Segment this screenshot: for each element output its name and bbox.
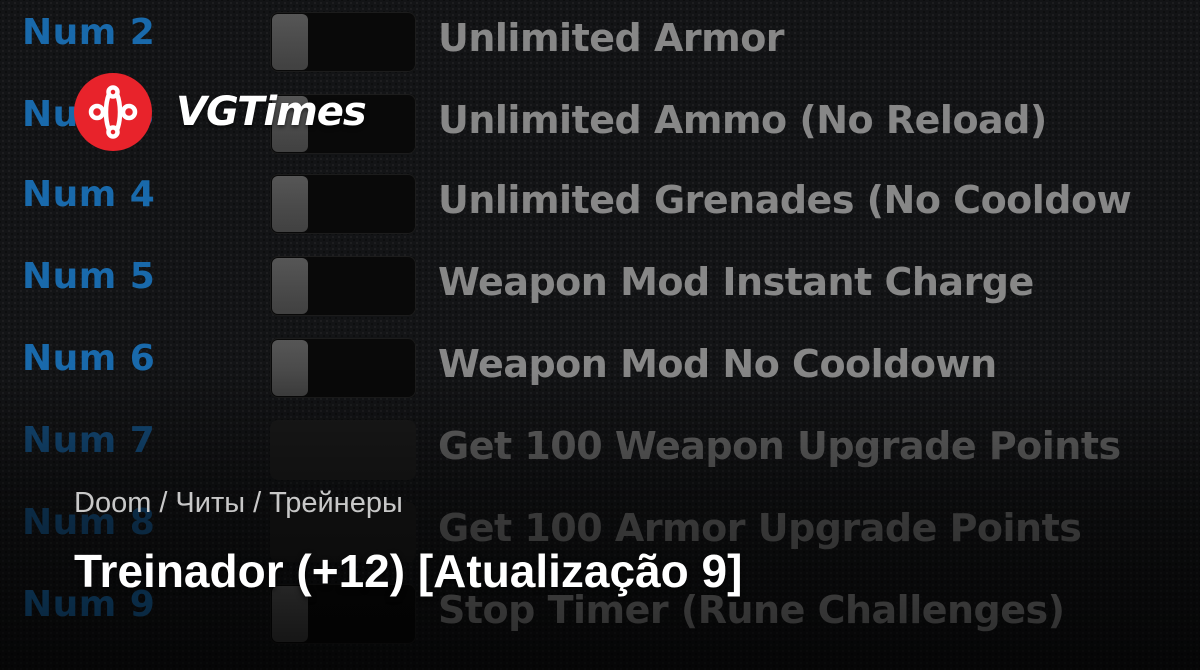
cheat-toggle[interactable] (270, 256, 416, 316)
hotkey-label: Num 6 (22, 338, 156, 379)
cheat-label: Unlimited Ammo (No Reload) (438, 98, 1047, 142)
cheat-label: Get 100 Weapon Upgrade Points (438, 424, 1121, 468)
cheat-toggle[interactable] (270, 12, 416, 72)
breadcrumb: Doom / Читы / Трейнеры (74, 486, 403, 520)
toggle-knob (272, 176, 308, 232)
cheat-row-weapon-mod-no-cooldown: Num 6 Weapon Mod No Cooldown (0, 328, 1200, 398)
vgtimes-logo-icon (74, 73, 152, 151)
hotkey-label: Num 7 (22, 420, 156, 461)
hotkey-label: Num 4 (22, 174, 156, 215)
cheat-toggle[interactable] (270, 174, 416, 234)
cheat-row-weapon-upgrade-points: Num 7 Get 100 Weapon Upgrade Points (0, 410, 1200, 480)
page-title: Treinador (+12) [Atualização 9] (74, 545, 743, 597)
toggle-knob (272, 258, 308, 314)
hotkey-label: Num 2 (22, 12, 156, 53)
logo-wordmark: VGTimes (176, 89, 367, 135)
cheat-toggle[interactable] (270, 338, 416, 398)
hotkey-label: Num 5 (22, 256, 156, 297)
cheat-label: Unlimited Grenades (No Cooldow (438, 178, 1132, 222)
cheat-row-unlimited-grenades: Num 4 Unlimited Grenades (No Cooldow (0, 164, 1200, 234)
breadcrumb-separator: / (253, 487, 262, 519)
breadcrumb-separator: / (159, 487, 168, 519)
cheat-label: Weapon Mod No Cooldown (438, 342, 997, 386)
cheat-button[interactable] (270, 420, 416, 480)
cheat-label: Weapon Mod Instant Charge (438, 260, 1034, 304)
site-logo[interactable]: VGTimes (74, 72, 367, 152)
cheat-row-unlimited-armor: Num 2 Unlimited Armor (0, 2, 1200, 72)
cheat-label: Unlimited Armor (438, 16, 785, 60)
toggle-knob (272, 340, 308, 396)
breadcrumb-link-trainers[interactable]: Трейнеры (269, 487, 403, 519)
toggle-knob (272, 14, 308, 70)
logo-glyph (88, 85, 138, 139)
breadcrumb-link-game[interactable]: Doom (74, 487, 151, 519)
cheat-row-weapon-mod-instant-charge: Num 5 Weapon Mod Instant Charge (0, 246, 1200, 316)
breadcrumb-link-cheats[interactable]: Читы (175, 487, 245, 519)
